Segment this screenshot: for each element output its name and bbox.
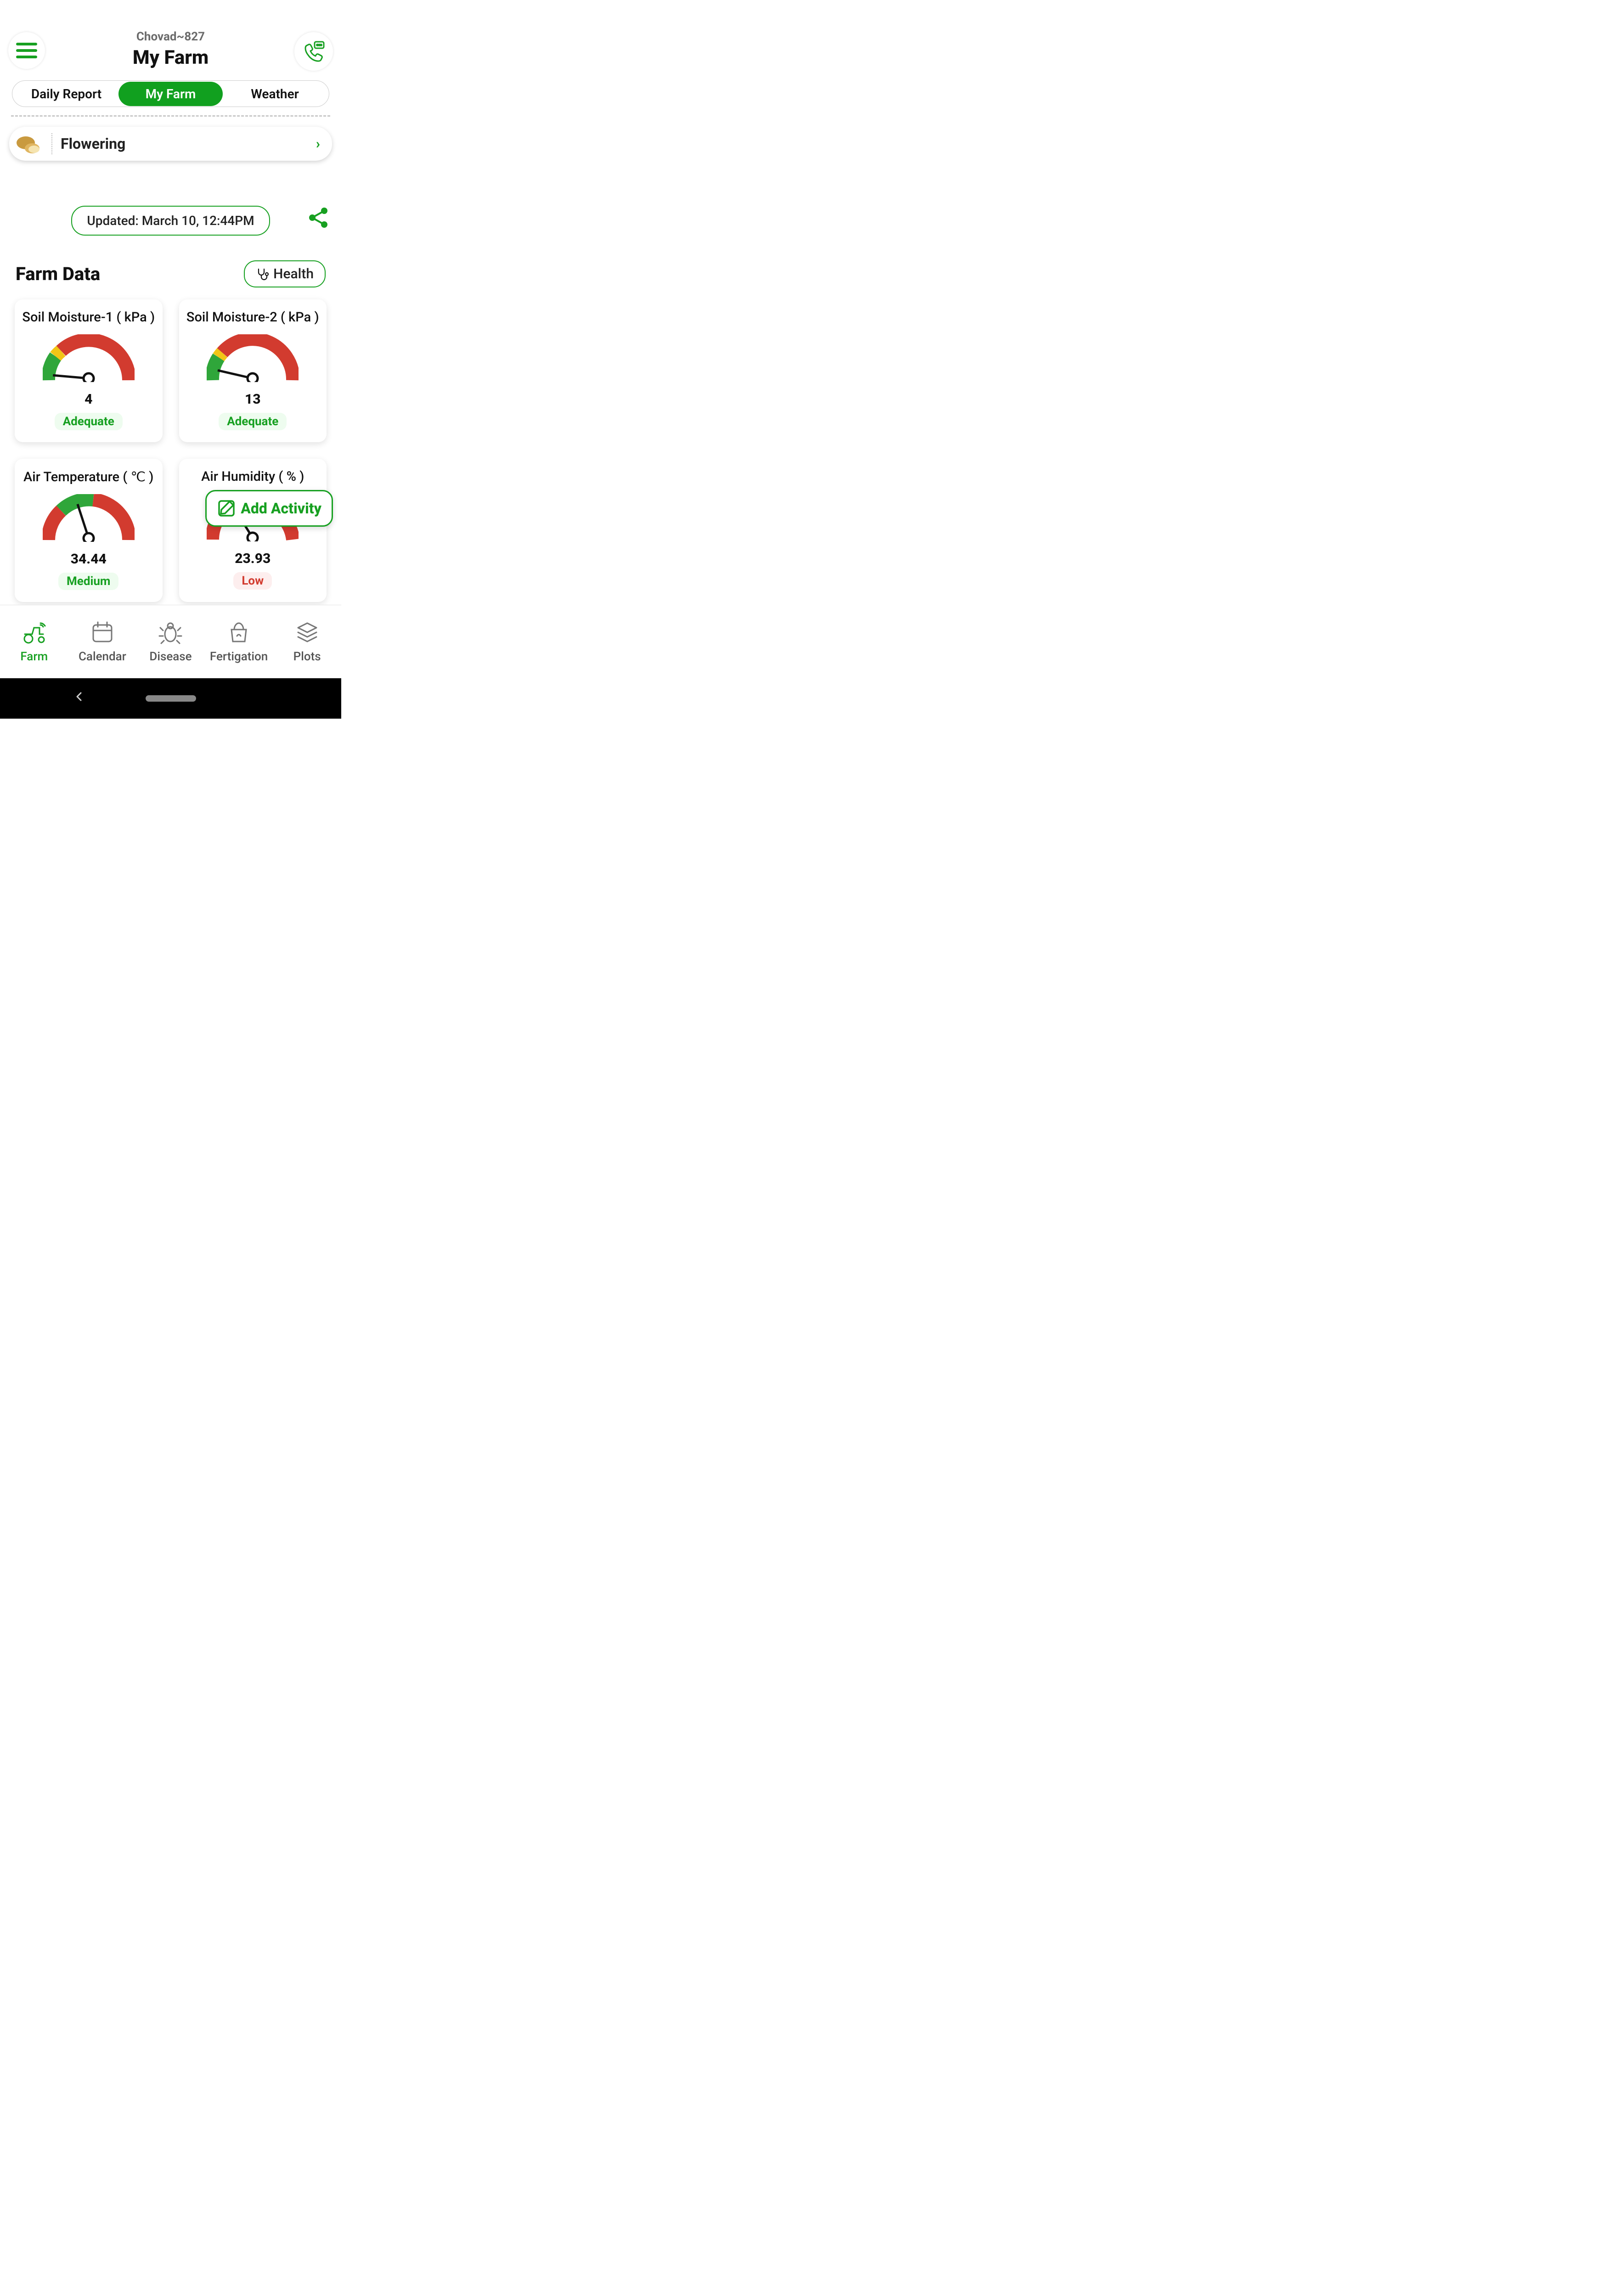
add-activity-label: Add Activity [241, 500, 321, 517]
nav-label: Calendar [79, 650, 126, 664]
potato-icon [14, 129, 43, 158]
card-value: 23.93 [186, 551, 320, 567]
nav-farm[interactable]: Farm [0, 620, 68, 664]
top-tabs: Daily Report My Farm Weather [12, 80, 329, 107]
updated-pill[interactable]: Updated: March 10, 12:44PM [71, 206, 270, 236]
hamburger-icon [16, 42, 37, 59]
gauge-soil-moisture-1 [43, 334, 135, 382]
card-soil-moisture-1[interactable]: Soil Moisture-1 ( kPa ) 4 Adequate [15, 299, 163, 442]
card-air-humidity[interactable]: Air Humidity ( % ) 23.93 Low [179, 459, 327, 602]
system-home-pill[interactable] [146, 695, 196, 702]
layers-icon [295, 620, 319, 644]
nav-label: Farm [20, 650, 48, 664]
vertical-divider [51, 133, 52, 154]
card-soil-moisture-2[interactable]: Soil Moisture-2 ( kPa ) 13 Adequate [179, 299, 327, 442]
call-support-button[interactable] [294, 32, 333, 71]
nav-fertigation[interactable]: Fertigation [205, 620, 273, 664]
gauge-air-temperature [43, 494, 135, 542]
calendar-icon [90, 620, 114, 644]
tab-weather[interactable]: Weather [223, 82, 327, 106]
phone-chat-icon [303, 40, 325, 62]
crop-stage-label: Flowering [61, 135, 316, 152]
card-status: Adequate [55, 413, 123, 430]
health-button[interactable]: Health [244, 260, 326, 287]
tab-daily-report[interactable]: Daily Report [14, 82, 118, 106]
card-title: Soil Moisture-2 ( kPa ) [186, 310, 320, 325]
menu-button[interactable] [8, 32, 45, 69]
card-title: Air Humidity ( % ) [186, 469, 320, 484]
share-icon [309, 208, 327, 228]
card-air-temperature[interactable]: Air Temperature ( ℃ ) 34.44 Medium [15, 459, 163, 602]
location-label: Chovad~827 [0, 30, 341, 44]
card-value: 34.44 [22, 551, 155, 567]
card-title: Air Temperature ( ℃ ) [22, 469, 155, 485]
nav-label: Plots [293, 650, 321, 664]
card-value: 4 [22, 391, 155, 407]
system-back-button[interactable] [73, 691, 85, 704]
card-status: Low [233, 572, 272, 590]
page-title: My Farm [0, 46, 341, 69]
chevron-right-icon: › [316, 136, 320, 152]
nav-calendar[interactable]: Calendar [68, 620, 137, 664]
card-status: Medium [58, 573, 118, 590]
fertigation-icon [227, 620, 251, 644]
edit-icon [217, 499, 236, 518]
nav-plots[interactable]: Plots [273, 620, 341, 664]
android-navbar [0, 678, 341, 719]
share-button[interactable] [309, 208, 327, 230]
card-value: 13 [186, 391, 320, 407]
crop-stage-row[interactable]: Flowering › [9, 127, 332, 161]
card-status: Adequate [219, 413, 287, 430]
nav-label: Disease [149, 650, 192, 664]
divider [11, 115, 330, 117]
nav-label: Fertigation [210, 650, 268, 664]
stethoscope-icon [256, 268, 269, 281]
add-activity-button[interactable]: Add Activity [205, 490, 333, 527]
section-title: Farm Data [16, 263, 100, 285]
card-title: Soil Moisture-1 ( kPa ) [22, 310, 155, 325]
tab-my-farm[interactable]: My Farm [118, 82, 223, 106]
nav-disease[interactable]: Disease [136, 620, 205, 664]
bug-icon [158, 620, 182, 644]
gauge-soil-moisture-2 [207, 334, 299, 382]
bottom-nav: Farm Calendar Disease Fertigation Plots [0, 605, 341, 678]
health-label: Health [273, 266, 314, 282]
tractor-icon [22, 620, 46, 644]
